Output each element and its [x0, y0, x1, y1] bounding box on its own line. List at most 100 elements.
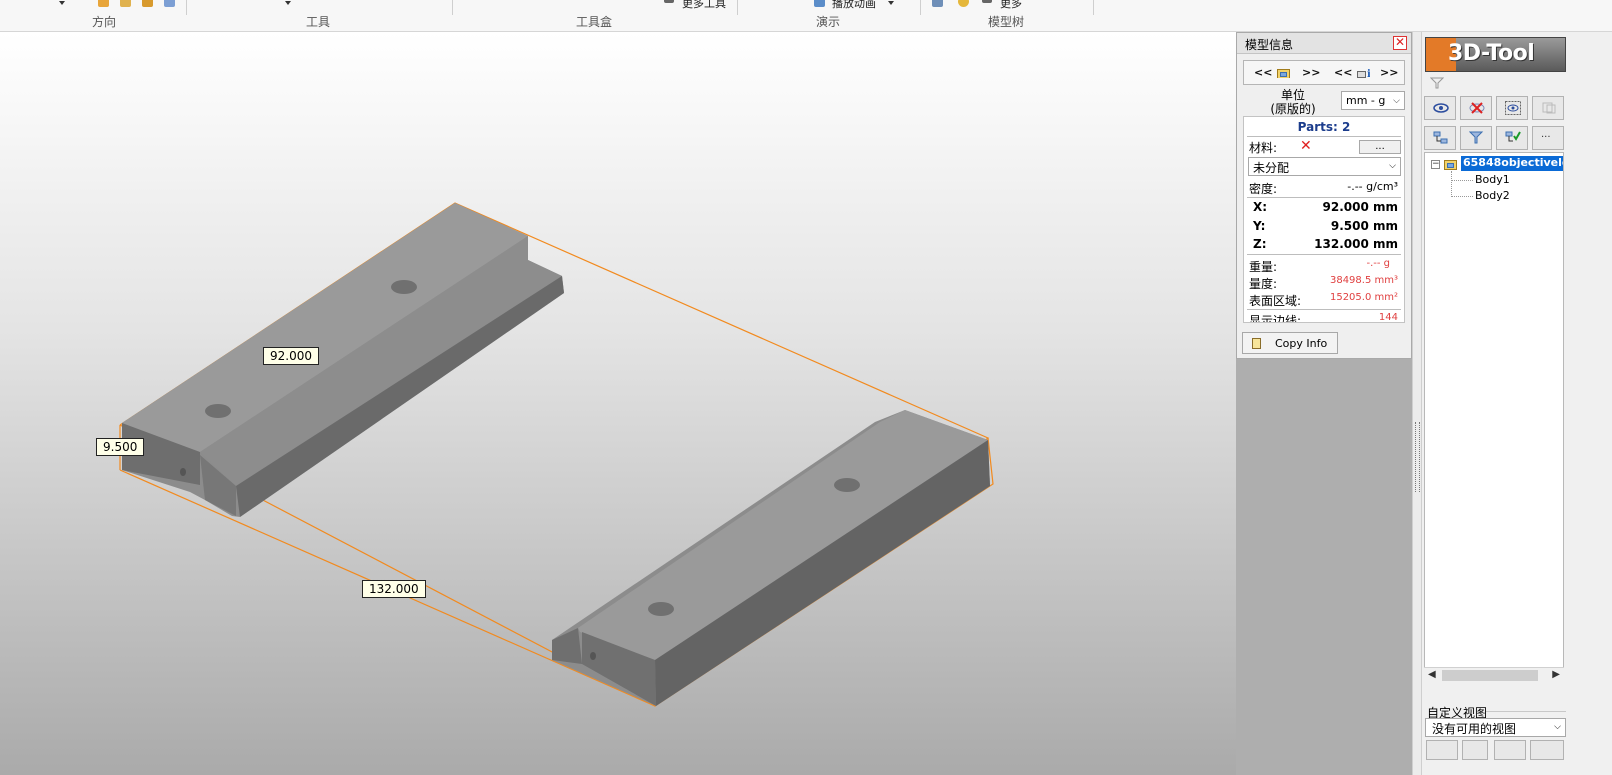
dimension-y-label[interactable]: 9.500 — [96, 438, 145, 456]
model-info-body: Parts: 2 材料: ✕ ... 未分配 ⌵ 密度: -.-- g/cm³ … — [1243, 116, 1405, 323]
more-button[interactable]: 更多 — [1000, 0, 1022, 11]
chevron-down-icon: ⌵ — [1393, 96, 1400, 106]
panel-background — [1236, 359, 1412, 775]
weight-value: -.-- g — [1366, 258, 1390, 269]
previous-part-button[interactable]: << — [1254, 66, 1272, 79]
close-icon[interactable]: ✕ — [1393, 36, 1407, 50]
view-delete-button[interactable] — [1462, 740, 1488, 760]
hide-button[interactable] — [1460, 96, 1492, 120]
parts-count: Parts: 2 — [1297, 120, 1351, 134]
tree-more-button[interactable]: ··· — [1532, 126, 1564, 150]
tree-root-node[interactable]: 65848objectiveloc — [1461, 156, 1563, 171]
group-label-tools: 工具 — [306, 15, 331, 29]
view-play-button[interactable] — [1530, 740, 1564, 760]
view-edit-button[interactable] — [1494, 740, 1526, 760]
model-tree[interactable]: − 65848objectiveloc Body1 Body2 — [1424, 152, 1564, 683]
info-icon[interactable]: i — [1357, 67, 1370, 78]
weight-label: 重量: — [1249, 260, 1278, 274]
custom-view-select-value: 没有可用的视图 — [1432, 722, 1517, 736]
light-icon[interactable] — [958, 0, 969, 7]
isolate-button[interactable] — [1496, 96, 1528, 120]
group-label-toolbox: 工具盒 — [576, 15, 613, 29]
material-select[interactable]: 未分配 ⌵ — [1248, 157, 1401, 176]
tree-structure-icon — [1433, 131, 1448, 144]
model-info-panel: 模型信息 ✕ << >> << i >> 单位 (原版的) mm - g ⌵ P… — [1236, 32, 1412, 359]
edges-value: 144 — [1378, 312, 1398, 323]
app-logo: 3D-Tool — [1425, 37, 1566, 72]
eye-hide-icon — [1469, 102, 1485, 114]
dimension-x-label[interactable]: 92.000 — [263, 347, 319, 365]
next-info-button[interactable]: >> — [1380, 66, 1398, 79]
unit-label: 单位 (原版的) — [1263, 88, 1323, 116]
surface-area-value: 15205.0 mm² — [1329, 292, 1398, 303]
3d-viewport[interactable]: 92.000 9.500 132.000 — [0, 32, 1236, 775]
body2-part[interactable] — [552, 410, 990, 706]
horizontal-scrollbar[interactable]: ◀ ▶ — [1424, 667, 1564, 683]
ribbon-toolbar: 更多工具 播放动画 更多 方向 工具 工具盒 演示 模型树 — [0, 0, 1612, 32]
volume-label: 量度: — [1249, 277, 1278, 291]
tree-select-icon[interactable] — [932, 0, 943, 7]
material-label: 材料: — [1249, 141, 1278, 155]
chevron-down-icon: ⌵ — [1389, 161, 1396, 171]
copy-info-button[interactable]: Copy Info — [1242, 332, 1338, 354]
scroll-right-icon[interactable]: ▶ — [1552, 669, 1560, 680]
cube-icon[interactable] — [142, 0, 153, 7]
unit-select[interactable]: mm - g ⌵ — [1341, 91, 1405, 110]
scroll-left-icon[interactable]: ◀ — [1428, 669, 1436, 680]
material-none-icon: ✕ — [1300, 138, 1312, 154]
folder-icon[interactable] — [1277, 67, 1290, 78]
play-animation-icon[interactable] — [814, 0, 825, 7]
tree-node-body2[interactable]: Body2 — [1475, 189, 1510, 202]
unit-label-line2: (原版的) — [1270, 102, 1316, 116]
previous-info-button[interactable]: << — [1334, 66, 1352, 79]
volume-value: 38498.5 mm³ — [1329, 275, 1398, 286]
show-button[interactable] — [1424, 96, 1456, 120]
more-icon[interactable] — [982, 0, 992, 3]
transparency-button[interactable] — [1532, 96, 1564, 120]
eye-frame-icon — [1505, 101, 1521, 115]
body1-part[interactable] — [122, 203, 564, 517]
view-icon[interactable] — [98, 0, 109, 7]
chevron-down-icon: ⌵ — [1554, 722, 1561, 732]
part-navigation: << >> << i >> — [1243, 60, 1405, 85]
density-value: -.-- g/cm³ — [1347, 180, 1398, 193]
orientation-icon[interactable] — [164, 0, 175, 7]
eye-icon — [1433, 103, 1449, 113]
assembly-folder-icon — [1444, 160, 1457, 170]
dropdown-caret-icon[interactable] — [888, 1, 894, 5]
material-browse-button[interactable]: ... — [1359, 140, 1401, 154]
custom-view-select[interactable]: 没有可用的视图 ⌵ — [1425, 718, 1566, 737]
dimension-z-label[interactable]: 132.000 — [362, 580, 426, 598]
y-label: Y: — [1253, 219, 1266, 233]
tree-check-button[interactable] — [1496, 126, 1528, 150]
svg-text:i: i — [1367, 69, 1370, 78]
dropdown-caret-icon[interactable] — [285, 1, 291, 5]
panel-splitter[interactable] — [1412, 32, 1422, 775]
group-label-model-tree: 模型树 — [988, 15, 1025, 29]
splitter-grip-icon[interactable] — [1415, 422, 1420, 492]
tree-node-body1[interactable]: Body1 — [1475, 173, 1510, 186]
z-value: 132.000 mm — [1314, 237, 1398, 251]
tree-filter-button[interactable] — [1460, 126, 1492, 150]
material-select-value: 未分配 — [1253, 161, 1290, 175]
y-value: 9.500 mm — [1330, 219, 1398, 233]
density-label: 密度: — [1249, 182, 1278, 196]
collapse-icon[interactable]: − — [1431, 160, 1440, 169]
model-tree-panel: 3D-Tool ··· − 65848objectiveloc Body1 — [1422, 32, 1612, 775]
more-tools-button[interactable]: 更多工具 — [682, 0, 726, 11]
view-add-button[interactable] — [1426, 740, 1458, 760]
play-animation-button[interactable]: 播放动画 — [832, 0, 876, 11]
dropdown-caret-icon[interactable] — [59, 1, 65, 5]
unit-select-value: mm - g — [1346, 94, 1386, 107]
next-part-button[interactable]: >> — [1302, 66, 1320, 79]
more-tools-icon[interactable] — [664, 0, 674, 3]
panel-title: 模型信息 — [1245, 38, 1294, 52]
tree-filter-icon — [1469, 131, 1484, 144]
scrollbar-thumb[interactable] — [1442, 670, 1538, 681]
unit-label-line1: 单位 — [1280, 88, 1305, 102]
tree-check-icon — [1505, 131, 1521, 142]
filter-icon[interactable] — [1430, 77, 1444, 89]
x-value: 92.000 mm — [1322, 200, 1399, 214]
tree-expand-button[interactable] — [1424, 126, 1456, 150]
view-icon[interactable] — [120, 0, 131, 7]
